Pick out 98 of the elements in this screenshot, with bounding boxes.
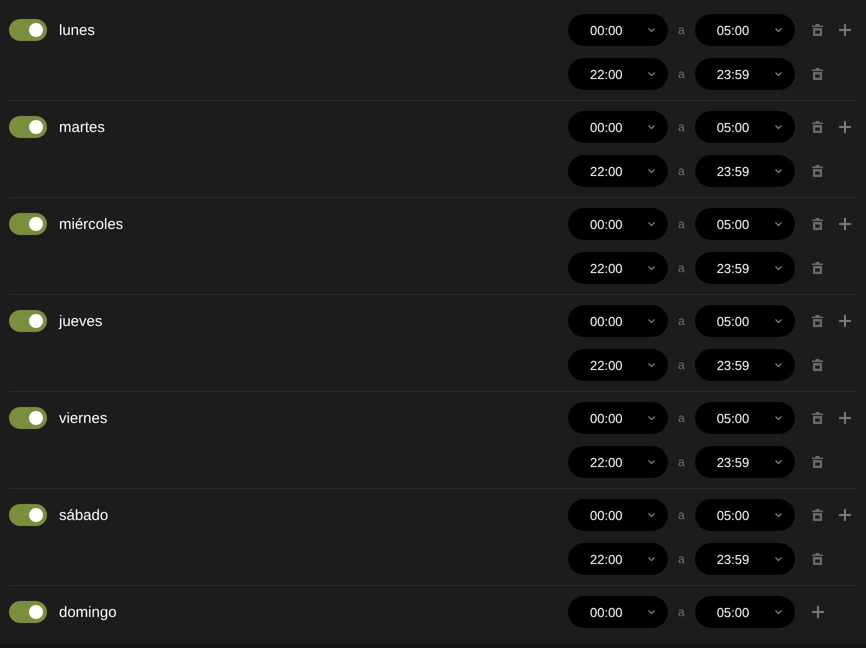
chevron-icon <box>774 610 782 614</box>
chevron-icon <box>648 416 655 420</box>
time-select[interactable]: 22:00 <box>568 446 668 478</box>
chevron-icon <box>774 416 782 420</box>
plus-icon[interactable] <box>838 24 851 36</box>
chevron-icon <box>774 513 782 517</box>
trash-icon[interactable] <box>812 68 823 80</box>
time-select[interactable]: 23:59 <box>694 446 795 478</box>
trash-icon[interactable] <box>812 509 823 521</box>
time-select[interactable]: 00:00 <box>568 208 668 240</box>
time-select[interactable]: 23:59 <box>694 155 795 187</box>
chevron-icon <box>648 513 655 517</box>
day-label: lunes <box>59 22 95 38</box>
range-separator: a <box>678 552 685 566</box>
chevron-icon <box>774 72 782 76</box>
plus-icon[interactable] <box>838 509 851 521</box>
chevron-icon <box>648 610 655 614</box>
range-separator: a <box>678 261 685 275</box>
chevron-icon <box>774 460 782 464</box>
chevron-icon <box>648 169 655 173</box>
chevron-icon <box>774 557 782 561</box>
toggle-switch[interactable] <box>9 213 47 235</box>
trash-icon[interactable] <box>812 262 823 274</box>
chevron-icon <box>648 460 655 464</box>
chevron-icon <box>774 319 782 323</box>
trash-icon[interactable] <box>812 165 823 177</box>
time-select[interactable]: 05:00 <box>694 402 795 434</box>
chevron-icon <box>648 266 655 270</box>
time-select[interactable]: 22:00 <box>568 349 668 381</box>
range-separator: a <box>678 358 685 372</box>
plus-icon[interactable] <box>838 315 851 327</box>
trash-icon[interactable] <box>812 359 823 371</box>
time-select[interactable]: 00:00 <box>568 596 668 628</box>
toggle-switch[interactable] <box>9 19 47 41</box>
chevron-icon <box>648 125 655 129</box>
time-select[interactable]: 23:59 <box>694 349 795 381</box>
trash-icon[interactable] <box>812 315 823 327</box>
plus-icon[interactable] <box>838 218 851 230</box>
chevron-icon <box>774 266 782 270</box>
chevron-icon <box>648 72 655 76</box>
range-separator: a <box>678 67 685 81</box>
time-select[interactable]: 00:00 <box>568 499 668 531</box>
time-select[interactable]: 00:00 <box>568 111 668 143</box>
day-label: martes <box>59 118 105 136</box>
trash-icon[interactable] <box>812 456 823 468</box>
range-separator: a <box>678 314 685 328</box>
trash-icon[interactable] <box>812 121 823 133</box>
range-separator: a <box>678 605 685 619</box>
day-label: sábado <box>59 506 108 524</box>
day-label: miércoles <box>59 216 124 232</box>
time-select[interactable]: 22:00 <box>568 155 668 187</box>
time-select[interactable]: 23:59 <box>694 543 795 575</box>
chevron-icon <box>774 28 782 32</box>
trash-icon[interactable] <box>812 24 823 36</box>
time-select[interactable]: 00:00 <box>568 305 668 337</box>
chevron-icon <box>648 319 655 323</box>
range-separator: a <box>678 164 685 178</box>
chevron-icon <box>648 557 655 561</box>
day-label: viernes <box>59 410 108 426</box>
range-separator: a <box>678 23 685 37</box>
toggle-switch[interactable] <box>9 601 47 623</box>
day-label: jueves <box>59 312 102 330</box>
range-separator: a <box>678 120 685 134</box>
time-select[interactable]: 05:00 <box>694 596 795 628</box>
time-select[interactable]: 23:59 <box>694 252 795 284</box>
range-separator: a <box>678 455 685 469</box>
time-select[interactable]: 22:00 <box>568 252 668 284</box>
chevron-icon <box>774 125 782 129</box>
chevron-icon <box>648 222 655 226</box>
chevron-icon <box>648 363 655 367</box>
time-select[interactable]: 22:00 <box>568 543 668 575</box>
range-separator: a <box>678 217 685 231</box>
toggle-switch[interactable] <box>9 116 47 138</box>
time-select[interactable]: 05:00 <box>694 499 795 531</box>
trash-icon[interactable] <box>812 218 823 230</box>
time-select[interactable]: 00:00 <box>568 402 668 434</box>
time-select[interactable]: 05:00 <box>694 208 795 240</box>
time-select[interactable]: 05:00 <box>694 111 795 143</box>
time-select[interactable]: 05:00 <box>694 305 795 337</box>
toggle-switch[interactable] <box>9 504 47 526</box>
time-select[interactable]: 23:59 <box>694 58 795 90</box>
time-select[interactable]: 00:00 <box>568 14 668 46</box>
range-separator: a <box>678 411 685 425</box>
time-select[interactable]: 05:00 <box>694 14 795 46</box>
chevron-icon <box>774 169 782 173</box>
trash-icon[interactable] <box>812 412 823 424</box>
trash-icon[interactable] <box>812 553 823 565</box>
range-separator: a <box>678 508 685 522</box>
chevron-icon <box>774 363 782 367</box>
toggle-switch[interactable] <box>9 310 47 332</box>
chevron-icon <box>648 28 655 32</box>
plus-icon[interactable] <box>812 606 824 618</box>
time-select[interactable]: 22:00 <box>568 58 668 90</box>
toggle-switch[interactable] <box>9 407 47 429</box>
chevron-icon <box>774 222 782 226</box>
day-label: domingo <box>59 604 117 620</box>
plus-icon[interactable] <box>838 412 851 424</box>
plus-icon[interactable] <box>838 121 851 133</box>
